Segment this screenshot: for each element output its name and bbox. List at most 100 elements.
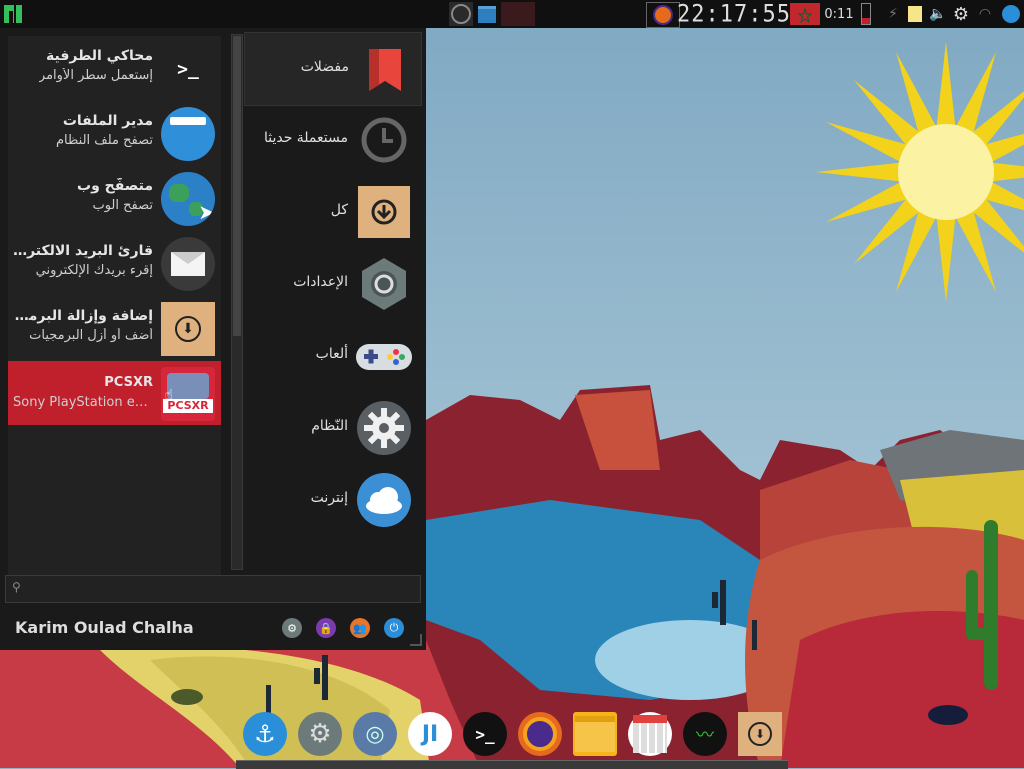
category-favorites[interactable]: مفضلات bbox=[244, 32, 422, 106]
category-label: مستعملة حديثا bbox=[263, 130, 348, 146]
favorite-title: PCSXR bbox=[104, 375, 153, 390]
terminal-icon: >_ bbox=[161, 42, 215, 96]
settings-tray[interactable]: ⚙ bbox=[950, 2, 972, 26]
favorite-mail-reader[interactable]: قارئ البريد الالكتروني إقرء بريدك الإلكت… bbox=[8, 231, 221, 295]
settings-icon: ⚙ bbox=[287, 621, 297, 635]
morocco-flag-icon bbox=[790, 3, 820, 25]
gear-icon bbox=[357, 401, 411, 455]
lock-icon: 🔒 bbox=[319, 621, 333, 635]
category-label: إنترنت bbox=[310, 490, 348, 506]
search-icon: ⚲ bbox=[12, 580, 21, 594]
gear-icon: ⚙ bbox=[952, 3, 970, 25]
battery-indicator[interactable] bbox=[858, 2, 874, 26]
switch-user-button[interactable]: 👥 bbox=[350, 618, 370, 638]
favorite-title: مدير الملفات bbox=[62, 113, 153, 129]
scrollbar-thumb[interactable] bbox=[233, 36, 241, 336]
category-label: النّظام bbox=[311, 418, 348, 434]
favorite-file-manager[interactable]: مدير الملفات تصفح ملف النظام bbox=[8, 101, 221, 165]
terminal-icon: >_ bbox=[475, 724, 495, 744]
cursor-icon: ☝ bbox=[164, 387, 173, 403]
category-games[interactable]: ألعاب bbox=[244, 320, 420, 392]
system-settings-button[interactable]: ⚙ bbox=[282, 618, 302, 638]
favorite-pcsxr[interactable]: PCSXR Sony PlayStation emulator PCSXR ☝ bbox=[8, 361, 221, 425]
dock-files[interactable] bbox=[573, 712, 617, 756]
category-settings[interactable]: الإعدادات bbox=[244, 248, 420, 320]
gamepad-icon bbox=[356, 344, 412, 370]
battery-time[interactable]: 0:11 bbox=[824, 2, 854, 26]
lock-screen-button[interactable]: 🔒 bbox=[316, 618, 336, 638]
category-label: مفضلات bbox=[300, 59, 349, 75]
resize-grip-icon[interactable] bbox=[410, 634, 422, 646]
notes[interactable] bbox=[906, 2, 924, 26]
category-system[interactable]: النّظام bbox=[244, 392, 420, 464]
settings-icon bbox=[362, 258, 406, 310]
favorite-subtitle: Sony PlayStation emulator bbox=[13, 395, 153, 410]
task-active[interactable] bbox=[501, 2, 535, 26]
camera-icon bbox=[451, 4, 471, 24]
logout-icon: ⏻ bbox=[389, 621, 399, 634]
favorite-subtitle: تصفح ملف النظام bbox=[55, 133, 153, 148]
category-recent[interactable]: مستعملة حديثا bbox=[244, 104, 420, 176]
favorite-subtitle: أضف أو أزل البرمجيات bbox=[29, 328, 153, 343]
window-icon bbox=[478, 5, 496, 23]
anchor-icon: ⚓ bbox=[254, 720, 276, 748]
favorite-add-remove-software[interactable]: إضافة وإزالة البرمجيات أضف أو أزل البرمج… bbox=[8, 296, 221, 360]
dock-firefox[interactable] bbox=[518, 712, 562, 756]
mail-icon bbox=[161, 237, 215, 291]
cloud-icon bbox=[357, 473, 411, 527]
package-icon: ⬇ bbox=[748, 722, 772, 746]
logout-button[interactable]: ⏻ bbox=[384, 618, 404, 638]
pulse-icon: 〰 bbox=[696, 725, 714, 746]
calendar-icon bbox=[633, 715, 667, 753]
globe-icon: ➤ bbox=[161, 172, 215, 226]
category-internet[interactable]: إنترنت bbox=[244, 464, 420, 536]
battery-icon bbox=[861, 3, 871, 25]
task-window[interactable] bbox=[475, 2, 499, 26]
ji-logo-icon: JI bbox=[421, 721, 439, 747]
favorite-terminal[interactable]: محاكي الطرفية إستعمل سطر الأوامر >_ bbox=[8, 36, 221, 100]
favorite-web-browser[interactable]: متصفّح وب تصفح الوب ➤ bbox=[8, 166, 221, 230]
manjaro-menu-button[interactable] bbox=[2, 2, 24, 26]
power-manager[interactable]: ⚡ bbox=[884, 2, 902, 26]
category-all[interactable]: كل bbox=[244, 176, 420, 248]
favorite-title: إضافة وإزالة البرمجيات bbox=[13, 308, 153, 324]
updates[interactable] bbox=[1000, 2, 1022, 26]
bookmark-icon bbox=[369, 49, 401, 91]
application-menu: محاكي الطرفية إستعمل سطر الأوامر >_ مدير… bbox=[0, 28, 426, 650]
firefox-icon bbox=[653, 5, 673, 25]
power-icon: ⚡ bbox=[888, 6, 898, 22]
package-icon: ⬇ bbox=[161, 302, 215, 356]
volume-icon: 🔈 bbox=[929, 6, 947, 22]
folder-icon bbox=[161, 107, 215, 161]
favorite-subtitle: إقرء بريدك الإلكتروني bbox=[35, 263, 153, 278]
dock-terminal[interactable]: >_ bbox=[463, 712, 507, 756]
favorite-subtitle: إستعمل سطر الأوامر bbox=[38, 68, 153, 83]
firefox-icon bbox=[523, 717, 557, 751]
dock-software[interactable]: ⬇ bbox=[738, 712, 782, 756]
network[interactable]: ◠ bbox=[975, 2, 995, 26]
favorite-title: محاكي الطرفية bbox=[46, 48, 153, 64]
task-screenshot[interactable] bbox=[449, 2, 473, 26]
clock-text: 22:17:55 bbox=[677, 0, 791, 28]
network-icon: ◎ bbox=[365, 721, 385, 747]
keyboard-layout[interactable] bbox=[789, 2, 821, 26]
dock-ji[interactable]: JI bbox=[408, 712, 452, 756]
dock-settings[interactable]: ⚙ bbox=[298, 712, 342, 756]
categories-list: مفضلات مستعملة حديثا كل الإعدادات ألعاب … bbox=[244, 32, 422, 592]
category-label: الإعدادات bbox=[293, 274, 348, 290]
wifi-icon: ◠ bbox=[978, 6, 992, 22]
clock[interactable]: 22:17:55 bbox=[677, 0, 790, 28]
users-icon: 👥 bbox=[353, 621, 367, 635]
volume[interactable]: 🔈 bbox=[929, 2, 947, 26]
dock-anchor[interactable]: ⚓ bbox=[243, 712, 287, 756]
favorite-title: قارئ البريد الالكتروني bbox=[13, 243, 153, 259]
dock-calendar[interactable] bbox=[628, 712, 672, 756]
search-box[interactable]: ⚲ bbox=[5, 575, 421, 603]
user-name: Karim Oulad Chalha bbox=[15, 618, 194, 637]
favorites-scrollbar[interactable] bbox=[231, 34, 243, 570]
dock-network[interactable]: ◎ bbox=[353, 712, 397, 756]
category-label: كل bbox=[330, 202, 348, 218]
firefox-launcher[interactable] bbox=[646, 2, 680, 28]
dock-system-monitor[interactable]: 〰 bbox=[683, 712, 727, 756]
search-input[interactable] bbox=[28, 579, 412, 599]
